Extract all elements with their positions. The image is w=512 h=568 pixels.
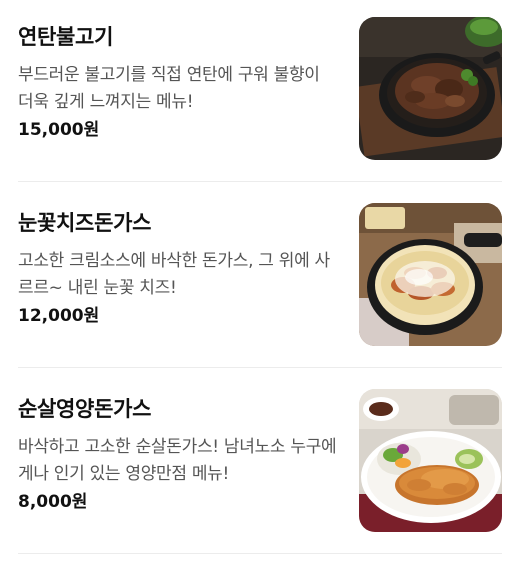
menu-item-name: 순살영양돈가스 [18,397,152,421]
menu-item-info: 순살영양돈가스 바삭하고 고소한 순살돈가스! 남녀노소 누구에게나 인기 있는… [18,394,338,514]
menu-item-description: 고소한 크림소스에 바삭한 돈가스, 그 위에 사르르~ 내린 눈꽃 치즈! [18,251,330,298]
menu-item-description: 부드러운 불고기를 직접 연탄에 구워 불향이 더욱 깊게 느껴지는 메뉴! [18,65,320,112]
divider [18,367,502,368]
divider [18,553,502,554]
menu-item-price: 15,000원 [18,120,100,140]
cheese-tonkatsu-dish-image[interactable] [359,203,502,346]
menu-item-info: 연탄불고기 부드러운 불고기를 직접 연탄에 구워 불향이 더욱 깊게 느껴지는… [18,22,338,142]
menu-item-yeontan-bulgogi[interactable]: 연탄불고기 부드러운 불고기를 직접 연탄에 구워 불향이 더욱 깊게 느껴지는… [0,0,512,186]
menu-item-price: 12,000원 [18,306,100,326]
menu-item-description: 바삭하고 고소한 순살돈가스! 남녀노소 누구에게나 인기 있는 영양만점 메뉴… [18,437,337,484]
divider [18,181,502,182]
menu-item-name: 연탄불고기 [18,25,114,49]
menu-item-name: 눈꽃치즈돈가스 [18,211,152,235]
menu-item-info: 눈꽃치즈돈가스 고소한 크림소스에 바삭한 돈가스, 그 위에 사르르~ 내린 … [18,208,338,328]
menu-item-boneless-tonkatsu[interactable]: 순살영양돈가스 바삭하고 고소한 순살돈가스! 남녀노소 누구에게나 인기 있는… [0,372,512,558]
tonkatsu-plate-dish-image[interactable] [359,389,502,532]
bulgogi-dish-image[interactable] [359,17,502,160]
menu-item-cheese-tonkatsu[interactable]: 눈꽃치즈돈가스 고소한 크림소스에 바삭한 돈가스, 그 위에 사르르~ 내린 … [0,186,512,372]
menu-list: 연탄불고기 부드러운 불고기를 직접 연탄에 구워 불향이 더욱 깊게 느껴지는… [0,0,512,568]
menu-item-price: 8,000원 [18,492,88,512]
